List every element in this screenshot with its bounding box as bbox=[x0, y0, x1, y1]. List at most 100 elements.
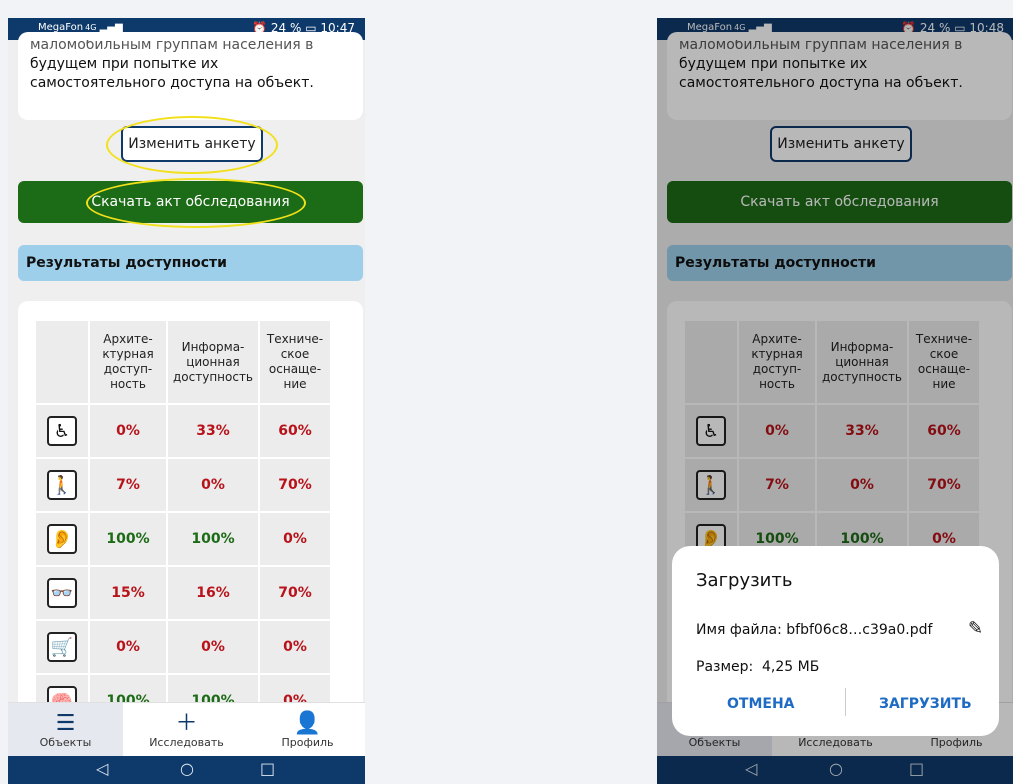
nav-item-profile[interactable]: 👤 Профиль bbox=[250, 703, 365, 757]
description-card: маломобильным группам населения в будуще… bbox=[667, 32, 1012, 120]
column-header-informational: Информа- ционная доступность bbox=[817, 321, 907, 403]
table-cell: 100% bbox=[90, 513, 166, 565]
results-header: Результаты доступности bbox=[18, 245, 363, 281]
list-icon: ☰ bbox=[55, 710, 76, 736]
cancel-button[interactable]: ОТМЕНА bbox=[727, 696, 795, 712]
nav-label-research: Исследовать bbox=[149, 735, 224, 749]
table-cell: 0% bbox=[90, 621, 166, 673]
table-row: ♿ 0% 33% 60% bbox=[685, 405, 979, 457]
column-header-technical: Техниче- ское оснаще- ние bbox=[260, 321, 330, 403]
plus-icon: ＋ bbox=[175, 710, 198, 736]
file-name-label: Имя файла: bfbf06c8…c39a0.pdf bbox=[696, 622, 933, 638]
download-report-button[interactable]: Скачать акт обследования bbox=[667, 181, 1012, 223]
table-cell: 60% bbox=[909, 405, 979, 457]
table-cell: 70% bbox=[909, 459, 979, 511]
dialog-title: Загрузить bbox=[696, 570, 793, 591]
button-divider bbox=[845, 688, 846, 716]
table-cell: 15% bbox=[90, 567, 166, 619]
table-row: 👂 100% 100% 0% bbox=[36, 513, 330, 565]
description-text: будущем при попытке их самостоятельного … bbox=[30, 56, 314, 91]
wheelchair-icon: ♿ bbox=[47, 416, 77, 446]
signal-label: 4G bbox=[85, 23, 97, 32]
table-cell: 0% bbox=[168, 621, 258, 673]
edit-filename-icon[interactable]: ✎ bbox=[968, 618, 983, 639]
table-row: 🚶 7% 0% 70% bbox=[685, 459, 979, 511]
hearing-icon: 👂 bbox=[47, 524, 77, 554]
signal-label: 4G bbox=[734, 23, 746, 32]
phone-screen-right: MegaFon 4G ▂▄▆ ⏰ 24 % ▭ 10:48 маломобильн… bbox=[657, 18, 1013, 784]
results-header: Результаты доступности bbox=[667, 245, 1012, 281]
table-cell: 7% bbox=[739, 459, 815, 511]
table-cell: 0% bbox=[817, 459, 907, 511]
column-header-label: Информа- ционная доступность bbox=[172, 339, 254, 384]
description-text: будущем при попытке их самостоятельного … bbox=[679, 56, 963, 91]
clipped-text: маломобильным группам населения в bbox=[679, 40, 963, 53]
corner-cell bbox=[685, 321, 737, 403]
glasses-icon: 👓 bbox=[47, 578, 77, 608]
back-icon[interactable]: ◁ bbox=[745, 759, 757, 778]
table-cell: 100% bbox=[168, 513, 258, 565]
home-icon[interactable]: ○ bbox=[829, 759, 843, 778]
table-cell: 0% bbox=[739, 405, 815, 457]
table-header-row: Архите- ктурная доступ- ность Информа- ц… bbox=[36, 321, 330, 403]
size-label: Размер: bbox=[696, 659, 754, 675]
column-header-architectural: Архите- ктурная доступ- ность bbox=[90, 321, 166, 403]
table-header-row: Архите- ктурная доступ- ность Информа- ц… bbox=[685, 321, 979, 403]
column-header-label: Архите- ктурная доступ- ность bbox=[751, 332, 803, 391]
table-row: 🛒 0% 0% 0% bbox=[36, 621, 330, 673]
corner-cell bbox=[36, 321, 88, 403]
column-header-label: Техниче- ское оснаще- ние bbox=[266, 332, 324, 391]
column-header-label: Информа- ционная доступность bbox=[821, 339, 903, 384]
upload-button[interactable]: ЗАГРУЗИТЬ bbox=[879, 696, 972, 712]
user-icon: 👤 bbox=[293, 710, 322, 736]
table-cell: 0% bbox=[260, 513, 330, 565]
nav-label-objects: Объекты bbox=[39, 735, 92, 749]
table-cell: 0% bbox=[168, 459, 258, 511]
column-header-label: Архите- ктурная доступ- ность bbox=[102, 332, 154, 391]
phone-screen-left: MegaFon 4G ▂▄▆ ⏰ 24 % ▭ 10:47 маломобильн… bbox=[8, 18, 365, 784]
column-header-informational: Информа- ционная доступность bbox=[168, 321, 258, 403]
edit-survey-button[interactable]: Изменить анкету bbox=[121, 126, 263, 162]
nav-item-research[interactable]: ＋ Исследовать bbox=[123, 703, 250, 757]
recent-apps-icon[interactable]: □ bbox=[909, 759, 924, 778]
nav-label-profile: Профиль bbox=[281, 735, 334, 749]
table-row: 🚶 7% 0% 70% bbox=[36, 459, 330, 511]
table-cell: 16% bbox=[168, 567, 258, 619]
back-icon[interactable]: ◁ bbox=[96, 759, 108, 778]
accessibility-table: Архите- ктурная доступ- ность Информа- ц… bbox=[34, 319, 332, 729]
table-row: ♿ 0% 33% 60% bbox=[36, 405, 330, 457]
cane-person-icon: 🚶 bbox=[696, 470, 726, 500]
table-cell: 70% bbox=[260, 567, 330, 619]
nav-label-objects: Объекты bbox=[688, 735, 741, 749]
system-navigation: ◁ ○ □ bbox=[8, 756, 365, 784]
column-header-architectural: Архите- ктурная доступ- ность bbox=[739, 321, 815, 403]
download-dialog: Загрузить Имя файла: bfbf06c8…c39a0.pdf … bbox=[672, 546, 999, 736]
results-table-card: Архите- ктурная доступ- ность Информа- ц… bbox=[18, 301, 363, 741]
column-header-label: Техниче- ское оснаще- ние bbox=[915, 332, 973, 391]
cane-person-icon: 🚶 bbox=[47, 470, 77, 500]
edit-survey-button[interactable]: Изменить анкету bbox=[770, 126, 912, 162]
stroller-icon: 🛒 bbox=[47, 632, 77, 662]
nav-label-profile: Профиль bbox=[930, 735, 983, 749]
column-header-technical: Техниче- ское оснаще- ние bbox=[909, 321, 979, 403]
clipped-text: маломобильным группам населения в bbox=[30, 40, 314, 53]
download-report-button[interactable]: Скачать акт обследования bbox=[18, 181, 363, 223]
bottom-navigation: ☰ Объекты ＋ Исследовать 👤 Профиль bbox=[8, 702, 365, 757]
table-cell: 0% bbox=[260, 621, 330, 673]
system-navigation: ◁ ○ □ bbox=[657, 756, 1013, 784]
nav-item-objects[interactable]: ☰ Объекты bbox=[8, 703, 123, 757]
recent-apps-icon[interactable]: □ bbox=[260, 759, 275, 778]
table-row: 👓 15% 16% 70% bbox=[36, 567, 330, 619]
table-cell: 60% bbox=[260, 405, 330, 457]
table-cell: 7% bbox=[90, 459, 166, 511]
accessibility-table: Архите- ктурная доступ- ность Информа- ц… bbox=[683, 319, 981, 567]
home-icon[interactable]: ○ bbox=[180, 759, 194, 778]
table-cell: 33% bbox=[168, 405, 258, 457]
table-cell: 70% bbox=[260, 459, 330, 511]
table-cell: 33% bbox=[817, 405, 907, 457]
description-card: маломобильным группам населения в будуще… bbox=[18, 32, 363, 120]
nav-label-research: Исследовать bbox=[798, 735, 873, 749]
size-value: 4,25 МБ bbox=[762, 659, 820, 675]
wheelchair-icon: ♿ bbox=[696, 416, 726, 446]
table-cell: 0% bbox=[90, 405, 166, 457]
